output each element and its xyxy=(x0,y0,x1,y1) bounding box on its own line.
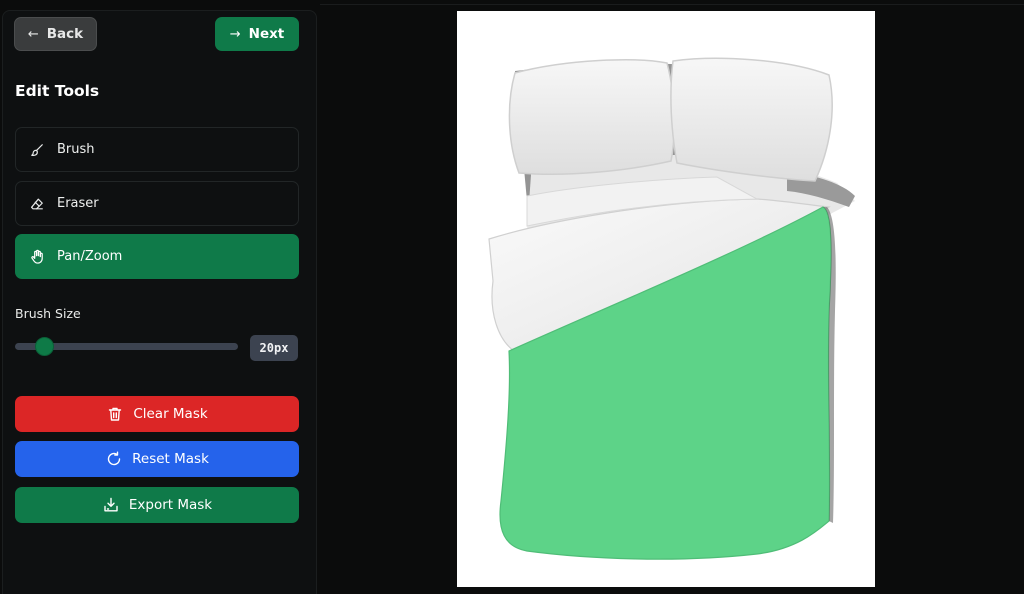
arrow-right-icon: → xyxy=(229,26,241,42)
tool-pan-zoom-button[interactable]: Pan/Zoom xyxy=(15,234,299,279)
clear-mask-button[interactable]: Clear Mask xyxy=(15,396,299,432)
reset-mask-button[interactable]: Reset Mask xyxy=(15,441,299,477)
reset-mask-label: Reset Mask xyxy=(132,451,209,467)
refresh-icon xyxy=(105,450,123,468)
arrow-left-icon: ← xyxy=(27,26,39,42)
editable-image[interactable] xyxy=(457,11,875,587)
edit-tools-title: Edit Tools xyxy=(15,82,100,100)
hand-icon xyxy=(29,249,45,265)
brush-size-slider[interactable] xyxy=(15,337,238,356)
tool-eraser-label: Eraser xyxy=(57,196,99,211)
next-button[interactable]: → Next xyxy=(215,17,299,51)
eraser-icon xyxy=(29,196,45,212)
trash-icon xyxy=(106,405,124,423)
export-mask-button[interactable]: Export Mask xyxy=(15,487,299,523)
brush-size-value: 20px xyxy=(250,335,298,361)
export-mask-label: Export Mask xyxy=(128,497,213,513)
next-button-label: Next xyxy=(248,26,285,42)
brush-size-label: Brush Size xyxy=(15,306,81,321)
tool-brush-button[interactable]: Brush xyxy=(15,127,299,172)
bed-image xyxy=(488,57,855,560)
canvas-area[interactable] xyxy=(320,4,1024,594)
clear-mask-label: Clear Mask xyxy=(133,406,208,422)
tool-pan-zoom-label: Pan/Zoom xyxy=(57,249,123,264)
back-button[interactable]: ← Back xyxy=(14,17,97,51)
brush-icon xyxy=(29,142,45,158)
tool-eraser-button[interactable]: Eraser xyxy=(15,181,299,226)
download-icon xyxy=(102,496,120,514)
brush-size-slider-thumb[interactable] xyxy=(35,337,54,356)
tool-brush-label: Brush xyxy=(57,142,95,157)
back-button-label: Back xyxy=(46,26,84,42)
